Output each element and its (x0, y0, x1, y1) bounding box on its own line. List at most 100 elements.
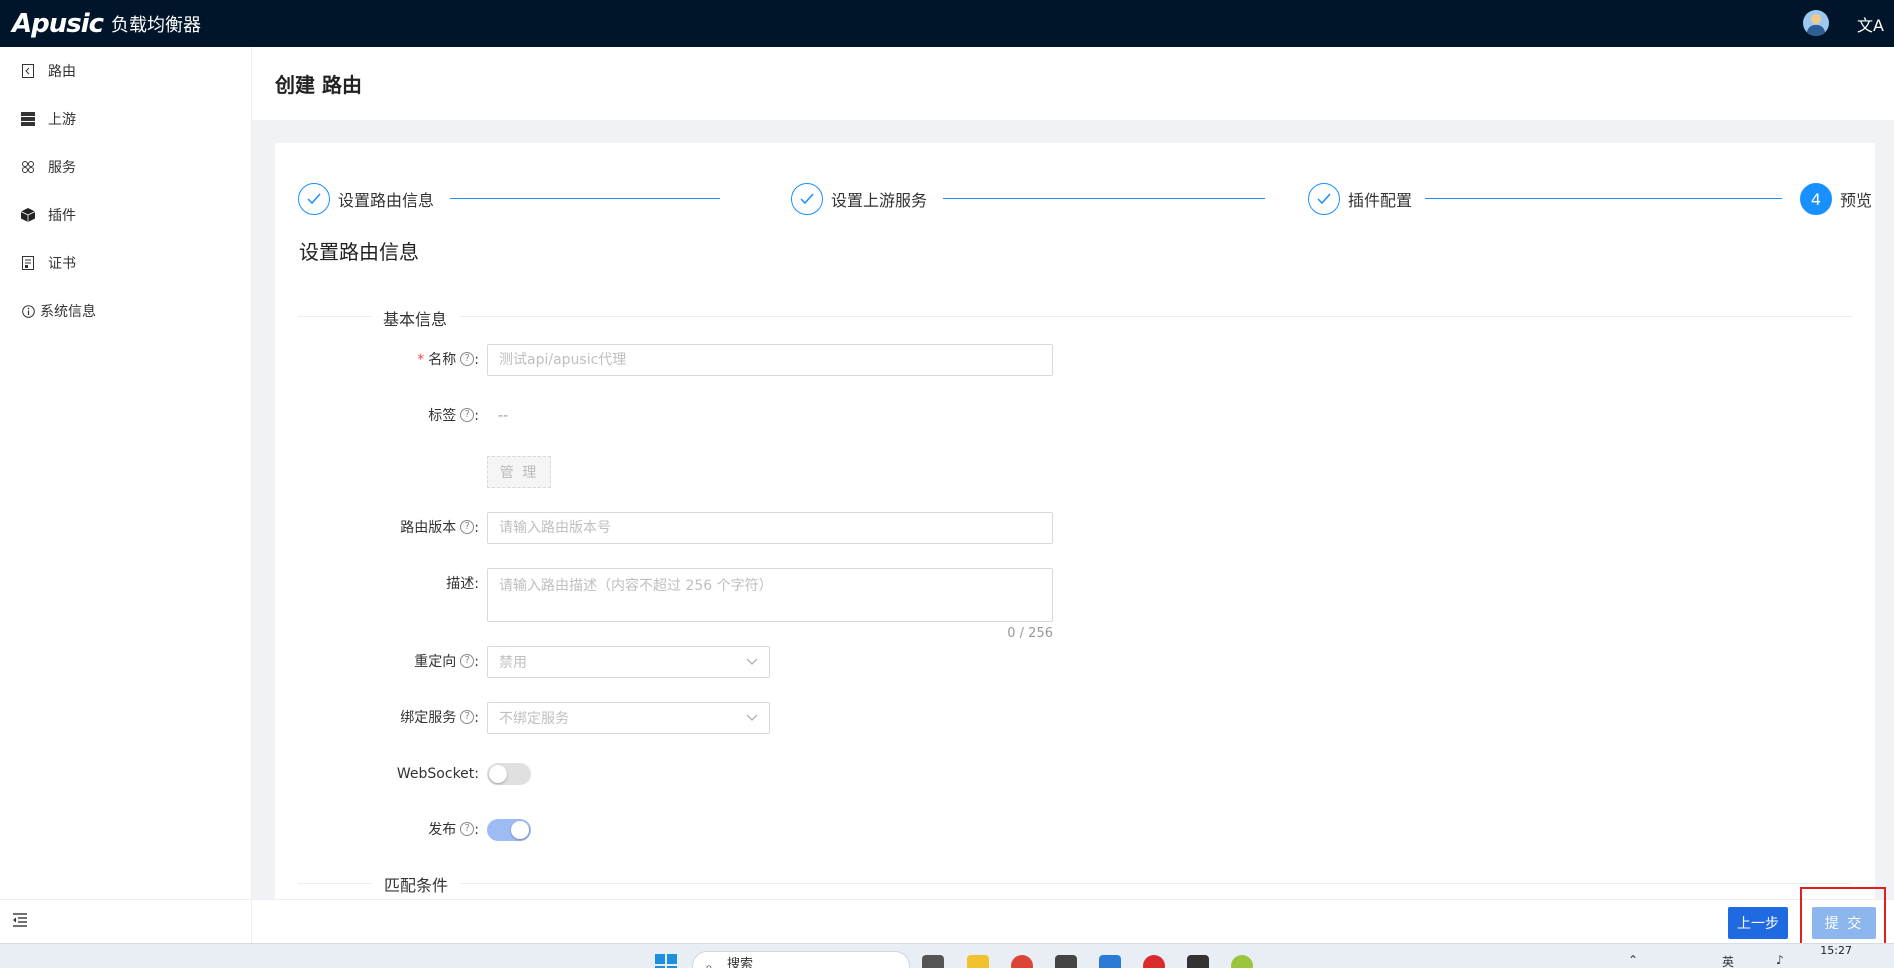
file-explorer-icon[interactable] (967, 955, 989, 968)
chrome-icon[interactable] (1011, 955, 1033, 968)
sidebar-item-label: 插件 (48, 208, 76, 224)
question-icon[interactable]: ? (460, 822, 475, 836)
form-control: 管 理 (487, 456, 551, 488)
name-input[interactable] (487, 344, 1053, 376)
step-label: 设置上游服务 (831, 191, 928, 210)
form-row-websocket: WebSocket: (275, 758, 1875, 790)
form-label: 描述: (446, 576, 479, 592)
sidebar-item-certificate[interactable]: 证书 (0, 239, 251, 287)
previous-step-button[interactable]: 上一步 (1728, 907, 1788, 939)
form-control (487, 814, 531, 841)
select-value: 不绑定服务 (499, 711, 569, 727)
form-label: 绑定服务?: (400, 710, 479, 726)
tray-language[interactable]: 英 (1722, 953, 1734, 968)
form-label: * 名称?: (417, 352, 479, 368)
sidebar-item-upstream[interactable]: 上游 (0, 95, 251, 143)
taskbar-search[interactable]: ⌕ 搜索 (692, 951, 910, 968)
avatar-body (1807, 25, 1825, 36)
check-icon (791, 183, 823, 215)
sidebar-item-plugin[interactable]: 插件 (0, 191, 251, 239)
label-text: 路由版本 (400, 520, 457, 536)
form-row-manage: 管 理 (275, 456, 1875, 488)
step-label: 设置路由信息 (338, 191, 435, 210)
form-card: 设置路由信息 设置上游服务 插件配置 4 预览 设置路由信息 基本信息 * 名称?… (275, 143, 1875, 900)
page-header: 创建 路由 (252, 47, 1894, 120)
sidebar: 路由 上游 服务 插件 证书 系统信息 (0, 47, 252, 943)
step-connector (943, 198, 1265, 199)
tray-chevron-icon[interactable]: ⌃ (1628, 953, 1638, 967)
redirect-select[interactable]: 禁用 (487, 646, 770, 678)
form-row-tags: 标签?: -- (275, 400, 1875, 432)
question-icon[interactable]: ? (460, 352, 475, 366)
step-1: 设置路由信息 (298, 183, 434, 215)
vscode-icon[interactable] (1099, 955, 1121, 968)
required-mark: * (417, 352, 425, 368)
language-icon[interactable]: 文A (1857, 12, 1884, 36)
user-avatar[interactable] (1803, 10, 1829, 36)
certificate-icon (20, 255, 36, 271)
xmind-icon[interactable] (1143, 955, 1165, 968)
sidebar-item-route[interactable]: 路由 (0, 47, 251, 95)
label-text: 绑定服务 (400, 710, 457, 726)
step-3: 插件配置 (1308, 183, 1412, 215)
form-control: 0 / 256 (487, 568, 1053, 641)
taskview-icon[interactable] (922, 955, 944, 968)
form-row-name: * 名称?: (275, 344, 1875, 376)
divider (298, 316, 1853, 317)
form-row-publish: 发布?: (275, 814, 1875, 846)
check-icon (1308, 183, 1340, 215)
highlight-box (1800, 887, 1886, 950)
sidebar-item-label: 路由 (48, 64, 76, 80)
char-count: 0 / 256 (1007, 626, 1053, 641)
form-control (487, 344, 1053, 376)
manage-tags-button[interactable]: 管 理 (487, 456, 551, 488)
menu-fold-icon[interactable] (12, 912, 28, 931)
question-icon[interactable]: ? (460, 654, 475, 668)
description-textarea[interactable] (487, 568, 1053, 622)
plugin-icon (20, 207, 36, 223)
chevron-down-icon (746, 655, 758, 669)
windows-start-icon[interactable] (655, 954, 677, 968)
tags-value: -- (498, 408, 509, 424)
terminal-icon[interactable] (1187, 955, 1209, 968)
service-icon (20, 159, 36, 175)
steps: 设置路由信息 设置上游服务 插件配置 4 预览 (298, 183, 1872, 215)
publish-switch[interactable] (487, 819, 531, 841)
search-icon: ⌕ (705, 960, 713, 968)
apusic-logo: Apusic (12, 8, 104, 39)
form-row-version: 路由版本?: (275, 512, 1875, 544)
form-label: 重定向?: (414, 654, 479, 670)
question-icon[interactable]: ? (460, 408, 475, 422)
sidebar-item-service[interactable]: 服务 (0, 143, 251, 191)
basic-info-header: 基本信息 (371, 306, 460, 330)
question-icon[interactable]: ? (460, 520, 475, 534)
version-input[interactable] (487, 512, 1053, 544)
form-control: 禁用 (487, 646, 770, 678)
text-editor-icon[interactable] (1055, 955, 1077, 968)
section-title: 设置路由信息 (299, 240, 419, 264)
question-icon[interactable]: ? (460, 710, 475, 724)
label-text: 发布 (428, 822, 457, 838)
brand[interactable]: Apusic 负载均衡器 (0, 9, 201, 39)
bind-service-select[interactable]: 不绑定服务 (487, 702, 770, 734)
form-label: 路由版本?: (400, 520, 479, 536)
match-conditions-header: 匹配条件 (372, 872, 461, 896)
volume-icon[interactable]: ♪ (1776, 953, 1784, 967)
label-text: 名称 (428, 352, 457, 368)
form-control: 不绑定服务 (487, 702, 770, 734)
taskbar-clock[interactable]: 15:27 (1820, 944, 1852, 957)
switch-knob (489, 765, 507, 783)
sidebar-item-system-info[interactable]: 系统信息 (0, 287, 251, 335)
label-text: WebSocket (396, 766, 475, 782)
form-control (487, 512, 1053, 544)
switch-knob (511, 821, 529, 839)
label-text: 描述 (446, 576, 475, 592)
form-control: -- (487, 400, 508, 432)
top-bar: Apusic 负载均衡器 文A (0, 0, 1894, 47)
route-icon (20, 63, 36, 79)
action-bar: 上一步 提 交 (252, 899, 1894, 943)
websocket-switch[interactable] (487, 763, 531, 785)
app-icon[interactable] (1231, 955, 1253, 968)
sidebar-footer (0, 899, 252, 943)
upstream-icon (20, 111, 36, 127)
